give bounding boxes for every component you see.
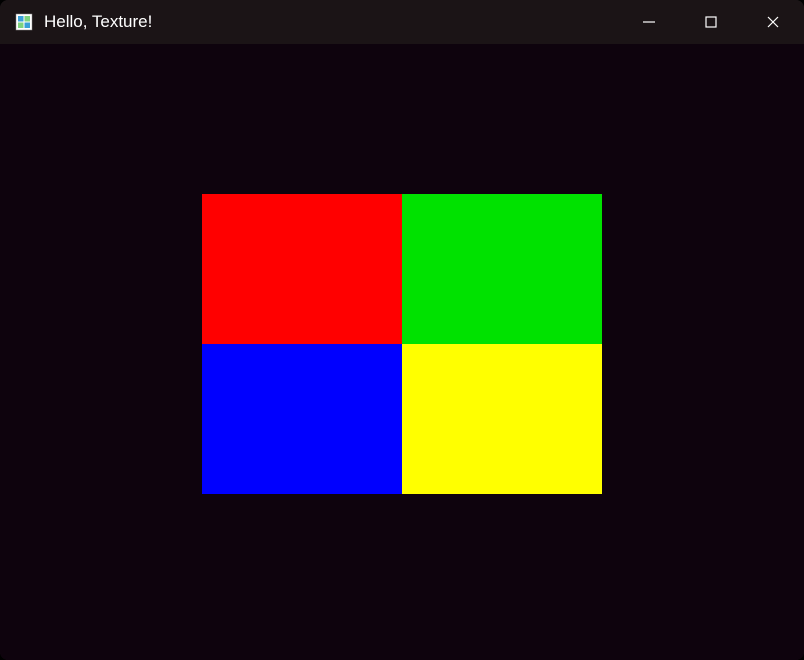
texture-quadrant-top-left <box>202 194 402 344</box>
texture-quad <box>202 194 602 494</box>
texture-quadrant-top-right <box>402 194 602 344</box>
window-controls <box>618 0 804 44</box>
window-title: Hello, Texture! <box>44 12 152 32</box>
client-area <box>0 44 804 660</box>
application-window: Hello, Texture! <box>0 0 804 660</box>
maximize-button[interactable] <box>680 0 742 44</box>
texture-quadrant-bottom-right <box>402 344 602 494</box>
close-button[interactable] <box>742 0 804 44</box>
texture-quadrant-bottom-left <box>202 344 402 494</box>
minimize-button[interactable] <box>618 0 680 44</box>
titlebar-left: Hello, Texture! <box>14 12 152 32</box>
titlebar[interactable]: Hello, Texture! <box>0 0 804 44</box>
app-icon <box>14 12 34 32</box>
